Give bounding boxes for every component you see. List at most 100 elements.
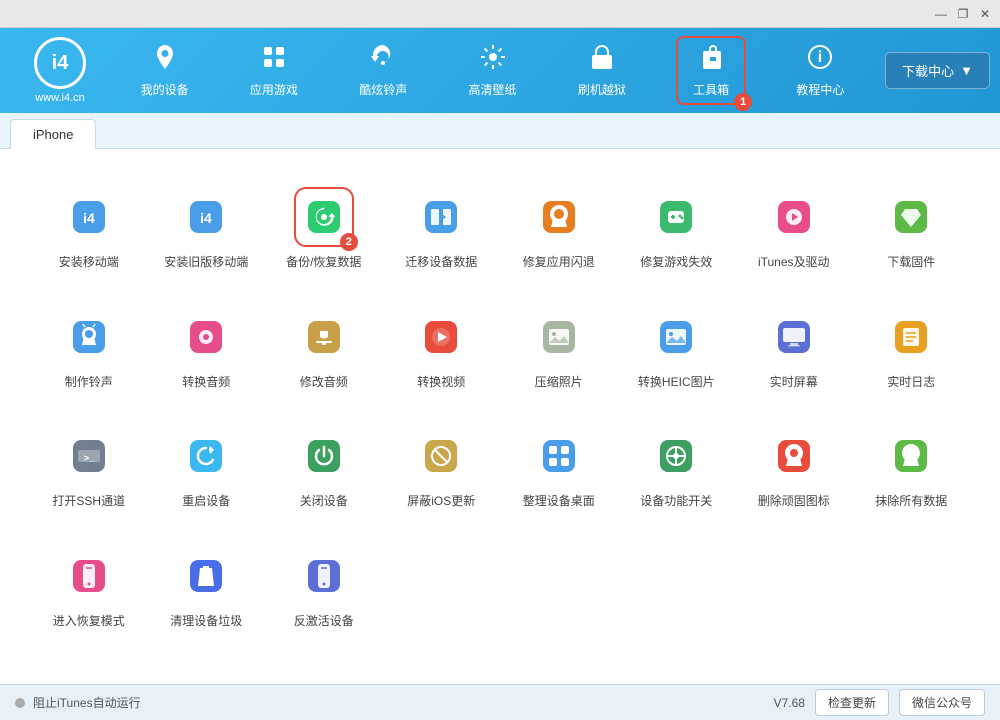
tool-item-delete-icon[interactable]: 删除顽固图标 [740, 418, 848, 518]
install-app-label: 安装移动端 [59, 255, 119, 271]
device-toggle-label: 设备功能开关 [640, 494, 712, 510]
my-device-label: 我的设备 [141, 81, 189, 98]
clean-junk-label: 清理设备垃圾 [170, 614, 242, 630]
nav-item-my-device[interactable]: 我的设备 [130, 38, 200, 103]
backup-restore-label: 备份/恢复数据 [286, 255, 361, 271]
tool-item-organize-desktop[interactable]: 整理设备桌面 [505, 418, 613, 518]
download-firmware-icon-wrap [881, 187, 941, 247]
tool-item-migrate-data[interactable]: 迁移设备数据 [388, 179, 496, 279]
tool-item-device-toggle[interactable]: 设备功能开关 [623, 418, 731, 518]
tool-item-fix-audio[interactable]: 修改音频 [270, 299, 378, 399]
main-content: i4 安装移动端 i4 安装旧版移动端 2 备份/恢复数据 迁移设备数据 修复应… [0, 149, 1000, 684]
convert-heic-label: 转换HEIC图片 [638, 375, 715, 391]
my-device-icon [151, 43, 179, 78]
tool-item-convert-audio[interactable]: 转换音频 [153, 299, 261, 399]
organize-desktop-icon-wrap [529, 426, 589, 486]
compress-photo-label: 压缩照片 [535, 375, 583, 391]
repair-game-label: 修复游戏失效 [640, 255, 712, 271]
nav-item-ringtones[interactable]: 酷炫铃声 [348, 38, 418, 103]
download-btn[interactable]: 下载中心 ▼ [885, 52, 990, 89]
tutorials-label: 教程中心 [796, 81, 844, 98]
tool-item-make-ringtone[interactable]: 制作铃声 [35, 299, 143, 399]
recovery-mode-label: 进入恢复模式 [53, 614, 125, 630]
apps-games-icon [260, 43, 288, 78]
version-label: V7.68 [774, 696, 805, 710]
wechat-btn[interactable]: 微信公众号 [899, 689, 985, 716]
logo-text: i4 [52, 52, 69, 75]
ringtones-icon [369, 43, 397, 78]
nav-item-apps-games[interactable]: 应用游戏 [239, 38, 309, 103]
tool-item-realtime-log[interactable]: 实时日志 [858, 299, 966, 399]
convert-video-icon-wrap [411, 307, 471, 367]
nav-item-wallpapers[interactable]: 高清壁纸 [458, 38, 528, 103]
close-button[interactable]: ✕ [974, 3, 996, 25]
tool-item-repair-app[interactable]: 修复应用闪退 [505, 179, 613, 279]
tool-item-open-ssh[interactable]: >_ 打开SSH通道 [35, 418, 143, 518]
tool-item-backup-restore[interactable]: 2 备份/恢复数据 [270, 179, 378, 279]
convert-video-label: 转换视频 [417, 375, 465, 391]
tab-iphone[interactable]: iPhone [10, 119, 96, 149]
block-ios-update-icon-wrap [411, 426, 471, 486]
realtime-log-label: 实时日志 [887, 375, 935, 391]
status-right: V7.68 检查更新 微信公众号 [774, 689, 985, 716]
nav-item-jailbreak[interactable]: 刷机越狱 [567, 38, 637, 103]
nav-item-tutorials[interactable]: i 教程中心 [785, 38, 855, 103]
tool-item-repair-game[interactable]: 修复游戏失效 [623, 179, 731, 279]
title-bar: — ❐ ✕ [0, 0, 1000, 28]
nav-items: 我的设备 应用游戏 酷炫铃声 高清壁纸 刷机越狱 工具箱 1 i 教程中心 [110, 36, 875, 105]
convert-audio-label: 转换音频 [182, 375, 230, 391]
fix-audio-icon-wrap [294, 307, 354, 367]
realtime-log-icon-wrap [881, 307, 941, 367]
restore-button[interactable]: ❐ [952, 3, 974, 25]
tool-item-erase-data[interactable]: 抹除所有数据 [858, 418, 966, 518]
tool-item-download-firmware[interactable]: 下载固件 [858, 179, 966, 279]
repair-app-icon-wrap [529, 187, 589, 247]
install-old-app-label: 安装旧版移动端 [164, 255, 248, 271]
tool-item-convert-heic[interactable]: 转换HEIC图片 [623, 299, 731, 399]
fix-audio-label: 修改音频 [300, 375, 348, 391]
tool-item-itunes-driver[interactable]: iTunes及驱动 [740, 179, 848, 279]
update-btn[interactable]: 检查更新 [815, 689, 889, 716]
delete-icon-label: 删除顽固图标 [758, 494, 830, 510]
tool-item-compress-photo[interactable]: 压缩照片 [505, 299, 613, 399]
reboot-device-label: 重启设备 [182, 494, 230, 510]
tool-item-reboot-device[interactable]: 重启设备 [153, 418, 261, 518]
erase-data-label: 抹除所有数据 [875, 494, 947, 510]
svg-text:i4: i4 [200, 210, 212, 226]
erase-data-icon-wrap [881, 426, 941, 486]
compress-photo-icon-wrap [529, 307, 589, 367]
status-indicator [15, 698, 25, 708]
shutdown-device-icon-wrap [294, 426, 354, 486]
tool-item-block-ios-update[interactable]: 屏蔽iOS更新 [388, 418, 496, 518]
tool-item-clean-junk[interactable]: 清理设备垃圾 [153, 538, 261, 638]
convert-heic-icon-wrap [646, 307, 706, 367]
repair-game-icon-wrap [646, 187, 706, 247]
repair-app-label: 修复应用闪退 [523, 255, 595, 271]
tool-item-install-old-app[interactable]: i4 安装旧版移动端 [153, 179, 261, 279]
realtime-screen-icon-wrap [764, 307, 824, 367]
tool-item-convert-video[interactable]: 转换视频 [388, 299, 496, 399]
open-ssh-icon-wrap: >_ [59, 426, 119, 486]
wallpapers-label: 高清壁纸 [469, 81, 517, 98]
status-left: 阻止iTunes自动运行 [15, 694, 141, 711]
svg-text:i4: i4 [83, 210, 95, 226]
wallpapers-icon [479, 43, 507, 78]
tool-item-install-app[interactable]: i4 安装移动端 [35, 179, 143, 279]
download-label: 下载中心 [902, 61, 954, 80]
install-app-icon-wrap: i4 [59, 187, 119, 247]
minimize-button[interactable]: — [930, 3, 952, 25]
device-toggle-icon-wrap [646, 426, 706, 486]
header: i4 www.i4.cn 我的设备 应用游戏 酷炫铃声 高清壁纸 刷机越狱 工具… [0, 28, 1000, 113]
logo-area[interactable]: i4 www.i4.cn [10, 37, 110, 104]
tool-item-deactivate[interactable]: 反激活设备 [270, 538, 378, 638]
delete-icon-icon-wrap [764, 426, 824, 486]
itunes-label: 阻止iTunes自动运行 [33, 694, 141, 711]
toolbox-label: 工具箱 [693, 81, 729, 98]
tool-item-realtime-screen[interactable]: 实时屏幕 [740, 299, 848, 399]
nav-item-toolbox[interactable]: 工具箱 1 [676, 36, 746, 105]
tool-item-shutdown-device[interactable]: 关闭设备 [270, 418, 378, 518]
organize-desktop-label: 整理设备桌面 [523, 494, 595, 510]
toolbox-icon [697, 43, 725, 78]
ringtones-label: 酷炫铃声 [359, 81, 407, 98]
tool-item-recovery-mode[interactable]: 进入恢复模式 [35, 538, 143, 638]
